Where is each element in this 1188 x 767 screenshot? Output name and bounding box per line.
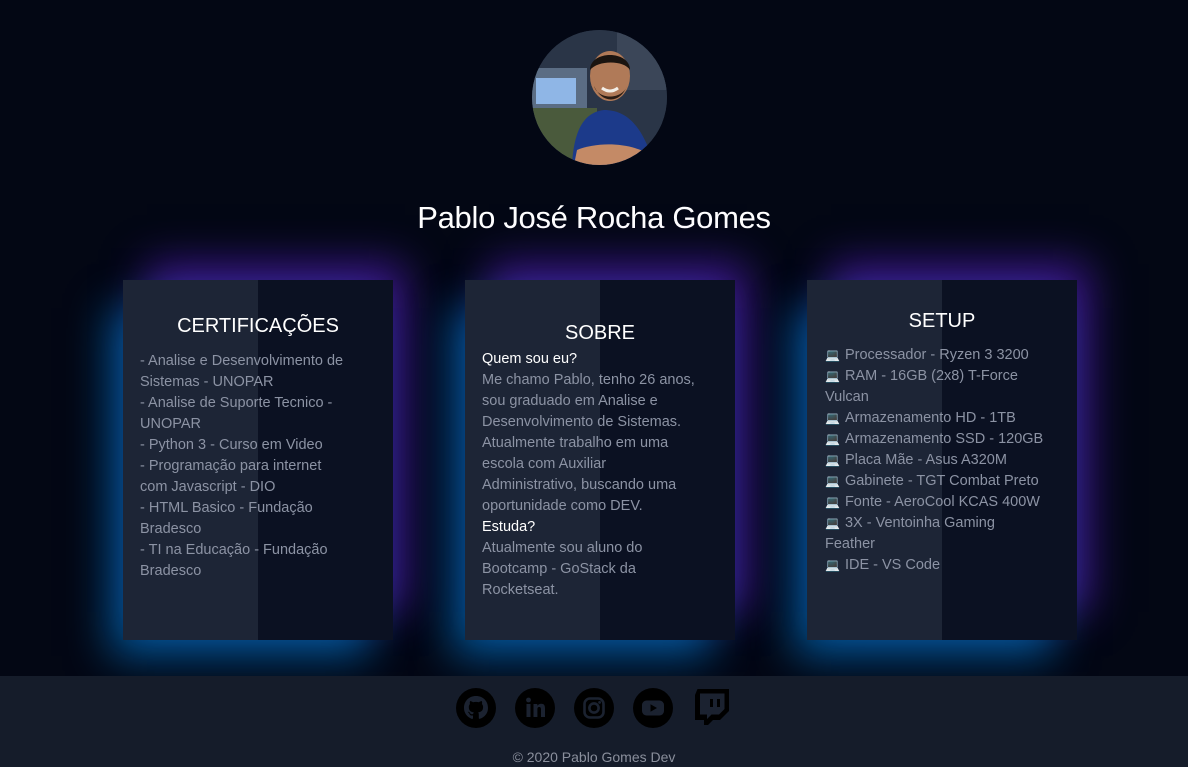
laptop-icon: 💻: [825, 474, 840, 488]
copyright: © 2020 Pablo Gomes Dev: [512, 749, 676, 765]
sobre-line: escola com Auxiliar: [482, 456, 607, 472]
sobre-question: Estuda?: [482, 519, 536, 535]
setup-item-label: Armazenamento SSD - 120GB: [844, 431, 1044, 447]
laptop-icon: 💻: [825, 348, 840, 362]
card-title-certificacoes: CERTIFICAÇÕES: [177, 315, 339, 337]
setup-item: 💻 Armazenamento HD - 1TB: [825, 408, 1060, 429]
setup-item: 💻 Fonte - AeroCool KCAS 400W: [825, 492, 1060, 513]
linkedin-icon[interactable]: [514, 687, 556, 729]
card-title-setup: SETUP: [908, 310, 976, 332]
setup-item-label: IDE - VS Code: [844, 557, 941, 573]
laptop-icon: 💻: [825, 516, 840, 530]
profile-name: Pablo José Rocha Gomes: [417, 200, 771, 235]
certificacoes-line: - Programação para internet: [140, 458, 322, 474]
setup-item-continuation: Vulcan: [825, 389, 869, 405]
sobre-line: Desenvolvimento de Sistemas.: [482, 414, 682, 430]
avatar-photo: [532, 30, 667, 165]
laptop-icon: 💻: [825, 369, 840, 383]
sobre-line: Bootcamp - GoStack da: [482, 561, 636, 577]
setup-item-label: 3X - Ventoinha Gaming: [844, 515, 995, 531]
card-certificacoes: CERTIFICAÇÕES - Analise e Desenvolviment…: [123, 280, 393, 640]
setup-item-label: Placa Mãe - Asus A320M: [844, 452, 1007, 468]
twitch-icon[interactable]: [691, 687, 733, 729]
sobre-line: Atualmente trabalho em uma: [482, 435, 669, 451]
laptop-icon: 💻: [825, 495, 840, 509]
sobre-line: oportunidade como DEV.: [482, 498, 643, 514]
certificacoes-line: - Python 3 - Curso em Video: [140, 437, 323, 453]
sobre-line: sou graduado em Analise e: [482, 393, 658, 409]
setup-item-label: Fonte - AeroCool KCAS 400W: [844, 494, 1040, 510]
certificacoes-line: Sistemas - UNOPAR: [140, 374, 274, 390]
laptop-icon: 💻: [825, 453, 840, 467]
setup-item: 💻 IDE - VS Code: [825, 555, 1060, 576]
certificacoes-line: Bradesco: [140, 563, 202, 579]
laptop-icon: 💻: [825, 432, 840, 446]
certificacoes-line: Bradesco: [140, 521, 202, 537]
certificacoes-line: com Javascript - DIO: [140, 479, 276, 495]
sobre-line: Rocketseat.: [482, 582, 559, 598]
card-sobre: SOBRE Quem sou eu? Me chamo Pablo, tenho…: [465, 280, 735, 640]
card-setup: SETUP 💻 Processador - Ryzen 3 3200 💻 RAM -…: [807, 280, 1077, 640]
setup-item-label: Armazenamento HD - 1TB: [844, 410, 1016, 426]
certificacoes-line: - TI na Educação - Fundação: [140, 542, 328, 558]
setup-item-label: Processador - Ryzen 3 3200: [844, 347, 1029, 363]
certificacoes-line: - Analise de Suporte Tecnico -: [140, 395, 333, 411]
setup-item-label: RAM - 16GB (2x8) T-Force: [844, 368, 1018, 384]
instagram-icon[interactable]: [573, 687, 615, 729]
card-title-sobre: SOBRE: [564, 322, 636, 344]
setup-list: 💻 Processador - Ryzen 3 3200 💻 RAM - 16GB …: [824, 345, 1060, 576]
certificacoes-line: - HTML Basico - Fundação: [140, 500, 313, 516]
laptop-icon: 💻: [825, 558, 840, 572]
sobre-line: Administrativo, buscando uma: [482, 477, 677, 493]
certificacoes-line: UNOPAR: [140, 416, 201, 432]
setup-item: 💻 3X - Ventoinha Gaming: [825, 513, 1060, 534]
setup-item: 💻 Processador - Ryzen 3 3200: [825, 345, 1060, 366]
certificacoes-list: - Analise e Desenvolvimento de Sistemas …: [140, 351, 376, 582]
github-icon[interactable]: [455, 687, 497, 729]
certificacoes-line: - Analise e Desenvolvimento de: [140, 353, 344, 369]
setup-item: 💻 Gabinete - TGT Combat Preto: [825, 471, 1060, 492]
laptop-icon: 💻: [825, 411, 840, 425]
sobre-line: Me chamo Pablo, tenho 26 anos,: [482, 372, 695, 388]
setup-item: 💻 Armazenamento SSD - 120GB: [825, 429, 1060, 450]
page: Pablo José Rocha Gomes CERTIFICAÇÕES - A…: [0, 0, 1188, 767]
setup-item-label: Gabinete - TGT Combat Preto: [844, 473, 1039, 489]
social-links: [0, 687, 1188, 729]
sobre-question: Quem sou eu?: [482, 351, 578, 367]
setup-item-continuation: Feather: [825, 536, 875, 552]
avatar: [532, 30, 667, 165]
youtube-icon[interactable]: [632, 687, 674, 729]
setup-item: 💻 Placa Mãe - Asus A320M: [825, 450, 1060, 471]
setup-item: 💻 RAM - 16GB (2x8) T-Force: [825, 366, 1060, 387]
sobre-line: Atualmente sou aluno do: [482, 540, 643, 556]
sobre-text: Quem sou eu? Me chamo Pablo, tenho 26 an…: [482, 349, 718, 601]
